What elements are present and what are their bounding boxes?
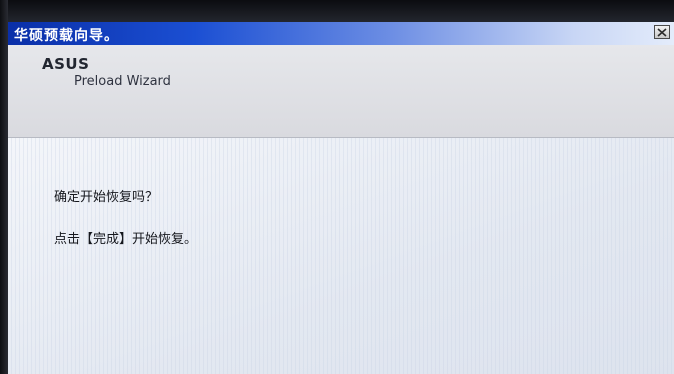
close-button[interactable]: [654, 25, 670, 39]
preload-wizard-window: 华硕预载向导。 ASUS Preload Wizard 确定开始恢复吗？ 点击【…: [8, 22, 674, 374]
brand-name: ASUS: [42, 55, 90, 73]
wizard-subtitle: Preload Wizard: [74, 74, 171, 89]
monitor-bezel-top: [0, 0, 674, 22]
close-icon: [657, 27, 667, 37]
window-titlebar[interactable]: 华硕预载向导。: [8, 22, 674, 45]
monitor-bezel-left: [0, 0, 8, 374]
wizard-header: ASUS Preload Wizard: [8, 45, 674, 138]
finish-instruction: 点击【完成】开始恢复。: [54, 232, 198, 247]
wizard-content: 确定开始恢复吗？ 点击【完成】开始恢复。: [8, 138, 674, 374]
confirm-question: 确定开始恢复吗？: [54, 190, 159, 205]
window-title: 华硕预载向导。: [14, 28, 119, 44]
